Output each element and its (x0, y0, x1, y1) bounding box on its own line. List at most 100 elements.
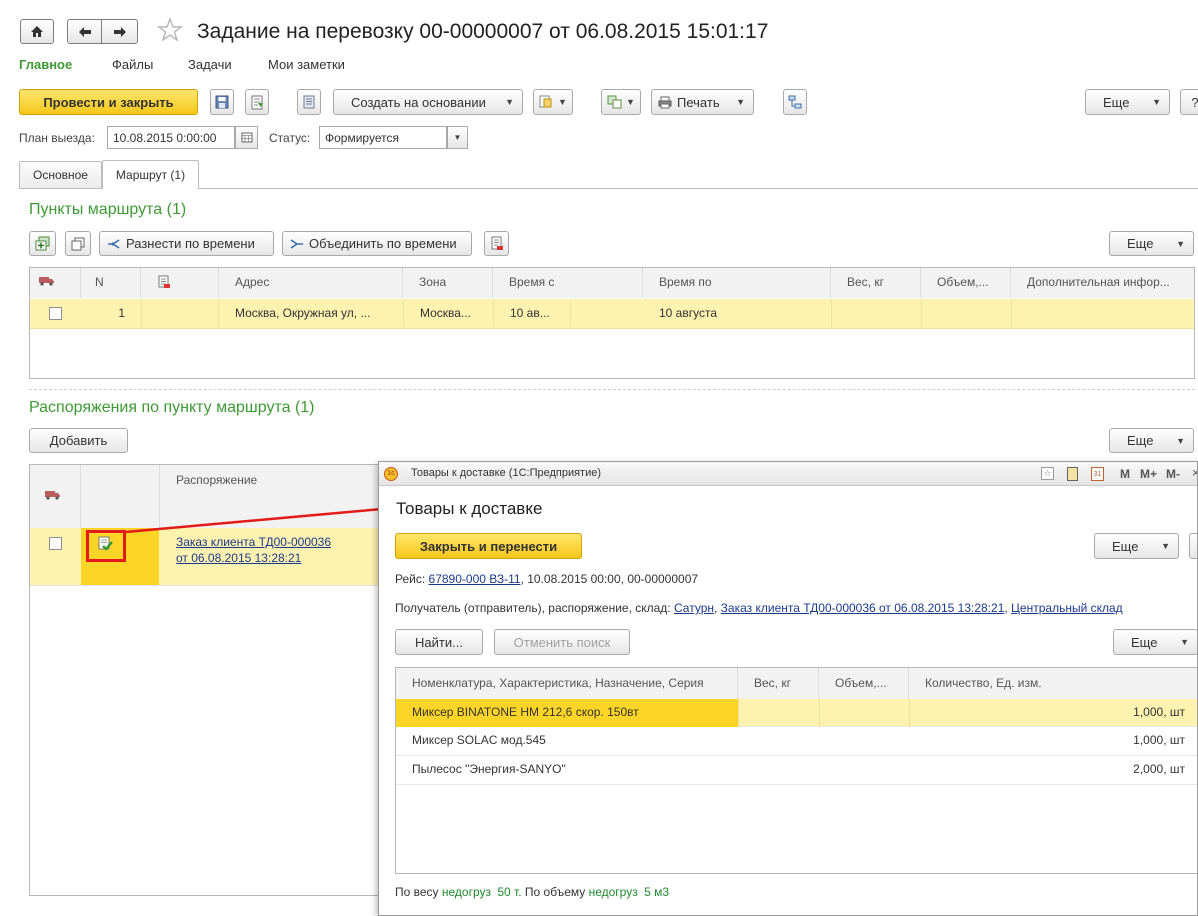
column-header-zone[interactable]: Зона (403, 268, 493, 298)
column-header-address[interactable]: Адрес (219, 268, 403, 298)
orders-add-button[interactable]: Добавить (29, 428, 128, 453)
trip-line: Рейс: 67890-000 ВЗ-11, 10.08.2015 00:00,… (395, 572, 698, 586)
chevron-down-icon: ▼ (1180, 637, 1189, 647)
back-button[interactable] (67, 19, 102, 44)
structure-button[interactable]: ▼ (601, 89, 641, 115)
row-time-to: 10 августа (659, 306, 718, 320)
help-button[interactable]: ? (1180, 89, 1198, 115)
route-points-title: Пункты маршрута (1) (29, 201, 187, 218)
create-based-on-button[interactable]: Создать на основании ▼ (333, 89, 523, 115)
column-header-volume[interactable]: Объем,... (819, 668, 909, 699)
document-structure-icon (607, 95, 622, 109)
column-header-weight[interactable]: Вес, кг (738, 668, 819, 699)
merge-icon (290, 238, 303, 249)
row-separator (30, 585, 388, 586)
column-header-document[interactable] (141, 268, 219, 298)
menu-my-notes[interactable]: Мои заметки (268, 57, 345, 72)
home-icon (31, 26, 43, 37)
column-header-time-to[interactable]: Время по (643, 268, 831, 298)
status-select[interactable]: Формируется (319, 126, 447, 149)
trip-details: , 10.08.2015 00:00, 00-00000007 (520, 572, 699, 586)
row-checkbox[interactable] (49, 537, 62, 550)
favorite-icon[interactable]: ☆ (1041, 467, 1054, 480)
column-header-nomenclature[interactable]: Номенклатура, Характеристика, Назначение… (396, 668, 738, 699)
status-dropdown-button[interactable]: ▼ (447, 126, 468, 149)
menu-tasks[interactable]: Задачи (188, 57, 232, 72)
table-row[interactable]: Пылесос "Энергия-SANYO" 2,000, шт (396, 756, 1197, 785)
tab-route[interactable]: Маршрут (1) (102, 160, 199, 189)
arrow-left-icon (78, 26, 91, 37)
order-link[interactable]: Заказ клиента ТД00-000036 от 06.08.2015 … (721, 601, 1005, 615)
route-delivery-button[interactable] (484, 231, 509, 256)
menu-main[interactable]: Главное (19, 57, 72, 72)
column-header-weight[interactable]: Вес, кг (831, 268, 921, 298)
find-button[interactable]: Найти... (395, 629, 483, 655)
calendar-picker-button[interactable] (235, 126, 258, 149)
forward-button[interactable] (101, 19, 138, 44)
post-and-close-button[interactable]: Провести и закрыть (19, 89, 198, 115)
table-row[interactable]: Миксер BINATONE HM 212,6 скор. 150вт 1,0… (396, 699, 1197, 727)
cancel-search-button[interactable]: Отменить поиск (494, 629, 630, 655)
tab-main[interactable]: Основное (19, 161, 102, 188)
favorite-star-icon[interactable] (156, 17, 184, 46)
warehouse-link[interactable]: Центральный склад (1011, 601, 1123, 615)
column-header-info[interactable]: Дополнительная инфор... (1011, 268, 1194, 298)
post-document-icon (251, 95, 263, 109)
calendar-icon[interactable]: 31 (1091, 467, 1104, 481)
volume-status: недогруз (588, 885, 638, 899)
by-weight-label: По весу (395, 885, 439, 899)
memory-plus-button[interactable]: M+ (1140, 467, 1157, 481)
save-button[interactable] (210, 89, 234, 115)
route-copy-button[interactable] (65, 231, 91, 256)
chevron-down-icon: ▼ (1176, 238, 1185, 249)
printer-icon (658, 96, 672, 108)
memory-m-button[interactable]: M (1120, 467, 1130, 481)
route-more-button[interactable]: Еще ▼ (1109, 231, 1194, 256)
hierarchy-button[interactable] (783, 89, 807, 115)
row-checkbox[interactable] (49, 307, 62, 320)
related-documents-icon (539, 95, 552, 108)
recipient-link[interactable]: Сатурн (674, 601, 714, 615)
calendar-icon (241, 132, 252, 143)
row-time-from: 10 ав... (493, 300, 571, 326)
chevron-down-icon: ▼ (505, 97, 514, 107)
goods-table: Номенклатура, Характеристика, Назначение… (395, 667, 1197, 874)
merge-by-time-button[interactable]: Объединить по времени (282, 231, 472, 256)
order-date-link[interactable]: от 06.08.2015 13:28:21 (168, 549, 309, 567)
related-documents-button[interactable]: ▼ (533, 89, 573, 115)
add-rows-icon (35, 236, 50, 251)
print-button[interactable]: Печать ▼ (651, 89, 754, 115)
chevron-down-icon: ▼ (1176, 435, 1185, 446)
post-button[interactable] (245, 89, 269, 115)
column-header-quantity[interactable]: Количество, Ед. изм. (909, 668, 1197, 699)
popup-extra-button[interactable] (1189, 533, 1197, 559)
home-button[interactable] (20, 19, 54, 44)
popup-close-icon[interactable]: × (1192, 465, 1197, 480)
column-header-volume[interactable]: Объем,... (921, 268, 1011, 298)
column-header-n[interactable]: N (81, 268, 141, 298)
document-journal-button[interactable] (297, 89, 321, 115)
more-button[interactable]: Еще ▼ (1085, 89, 1170, 115)
column-header-vehicle[interactable] (30, 268, 81, 298)
popup-list-more-button[interactable]: Еще ▼ (1113, 629, 1197, 655)
popup-more-button[interactable]: Еще ▼ (1094, 533, 1179, 559)
column-header-vehicle[interactable] (30, 465, 81, 529)
route-add-button[interactable] (29, 231, 56, 256)
list-journal-icon (303, 95, 315, 109)
row-info (1011, 299, 1194, 329)
orders-more-button[interactable]: Еще ▼ (1109, 428, 1194, 453)
annotation-arrow (125, 501, 395, 534)
table-row[interactable]: 1 Москва, Окружная ул, ... Москва... 10 … (30, 299, 1194, 329)
chevron-down-icon: ▼ (1161, 541, 1170, 551)
popup-titlebar: 1с Товары к доставке (1С:Предприятие) ☆ … (379, 462, 1197, 486)
memory-minus-button[interactable]: M- (1166, 467, 1180, 481)
calculator-icon[interactable] (1067, 467, 1078, 481)
menu-files[interactable]: Файлы (112, 57, 153, 72)
table-row[interactable]: Миксер SOLAC мод.545 1,000, шт (396, 727, 1197, 756)
column-header-time-from[interactable]: Время с (493, 268, 643, 298)
trip-link[interactable]: 67890-000 ВЗ-11 (429, 572, 521, 586)
close-and-transfer-button[interactable]: Закрыть и перенести (395, 533, 582, 559)
plan-departure-field[interactable]: 10.08.2015 0:00:00 (107, 126, 235, 149)
section-divider (29, 389, 1195, 390)
spread-by-time-button[interactable]: Разнести по времени (99, 231, 274, 256)
